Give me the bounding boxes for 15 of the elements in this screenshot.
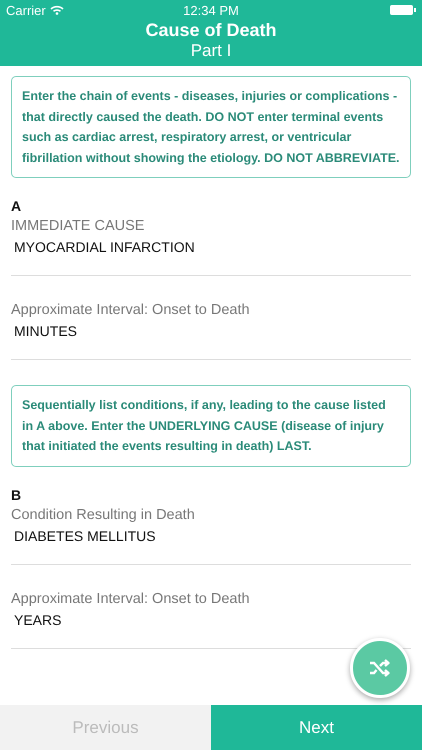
carrier-label: Carrier bbox=[6, 2, 46, 18]
clock-label: 12:34 PM bbox=[183, 2, 239, 18]
input-field[interactable]: Approximate Interval: Onset to Death MINUTES bbox=[11, 301, 411, 360]
input-field[interactable]: Condition Resulting in Death DIABETES MELLITUS bbox=[11, 506, 411, 564]
wifi-icon bbox=[50, 5, 64, 15]
battery-icon bbox=[390, 5, 416, 15]
shuffle-button[interactable] bbox=[350, 638, 410, 698]
instruction-note: Enter the chain of events - diseases, injuries or complications - that directly caused the death. DO NOT enter terminal events such as cardiac arrest, respiratory arrest, or ventricular fibrillation without showing the etiology. DO NOT ABBREVIATE. bbox=[11, 76, 411, 178]
section-letter: B bbox=[11, 486, 22, 502]
screen-title: Cause of Death bbox=[144, 20, 278, 41]
screen-subtitle: Part I bbox=[190, 41, 232, 60]
section-letter: A bbox=[11, 198, 22, 214]
input-field[interactable]: IMMEDIATE CAUSE MYOCARDIAL INFARCTION bbox=[11, 217, 411, 276]
instruction-note: Sequentially list conditions, if any, leading to the cause listed in A above. Enter the UNDERLYING CAUSE (disease of injury that initiated the events resulting in death) LAST. bbox=[11, 385, 411, 466]
shuffle-icon bbox=[369, 659, 391, 677]
